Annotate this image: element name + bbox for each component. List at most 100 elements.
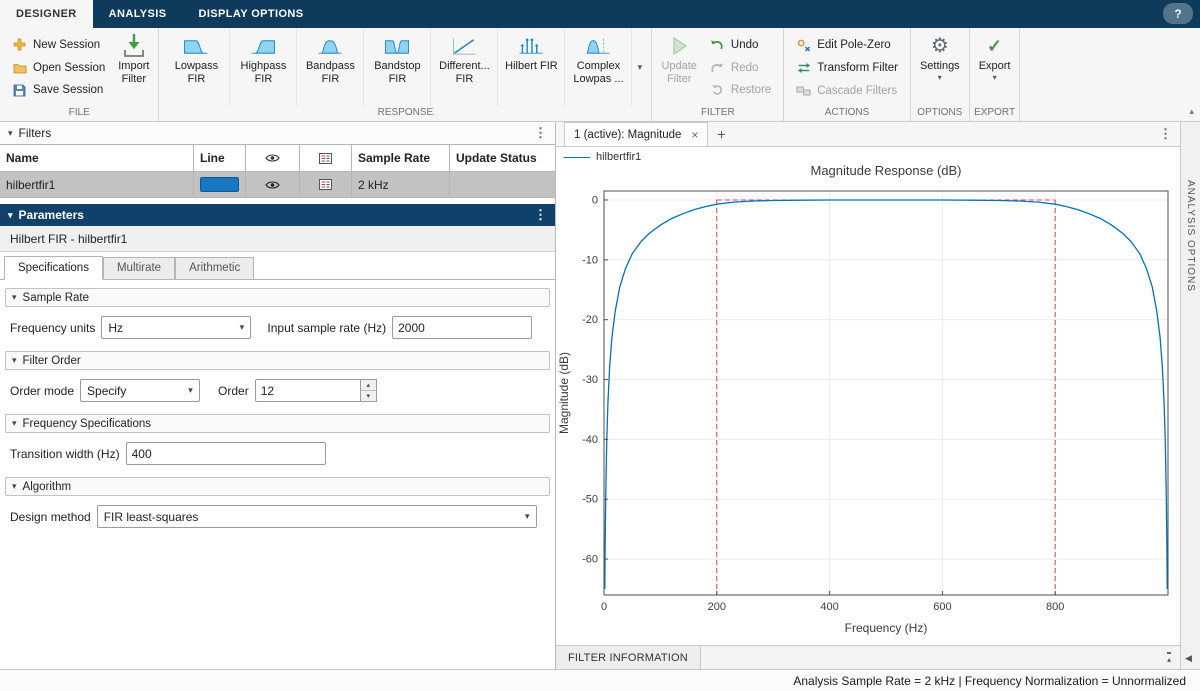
dock-left-icon[interactable]: ◀ bbox=[1185, 653, 1192, 664]
new-session-button[interactable]: New Session bbox=[8, 37, 109, 52]
order-field[interactable] bbox=[255, 379, 361, 402]
column-header-visibility[interactable] bbox=[246, 145, 300, 171]
transition-width-field[interactable] bbox=[126, 442, 326, 465]
parameters-menu-icon[interactable]: ⋮ bbox=[534, 207, 547, 223]
response-bandstop-fir-button[interactable]: BandstopFIR bbox=[364, 29, 431, 106]
design-method-dropdown[interactable]: FIR least-squares ▾ bbox=[97, 505, 537, 528]
response-bandpass-fir-button[interactable]: BandpassFIR bbox=[297, 29, 364, 106]
export-button[interactable]: ✓ Export ▾ bbox=[974, 29, 1016, 106]
dropdown-arrow-icon: ▾ bbox=[182, 385, 199, 396]
filter-name-cell[interactable]: hilbertfir1 bbox=[0, 172, 194, 197]
restore-button[interactable]: Restore bbox=[706, 83, 775, 97]
new-plot-tab-button[interactable]: + bbox=[708, 122, 734, 146]
svg-text:0: 0 bbox=[601, 601, 607, 613]
line-color-swatch[interactable] bbox=[200, 177, 239, 192]
check-icon: ✓ bbox=[987, 32, 1002, 60]
complex-lowpass-response-icon bbox=[583, 32, 613, 60]
new-session-label: New Session bbox=[33, 39, 100, 51]
column-header-line[interactable]: Line bbox=[194, 145, 246, 171]
algorithm-section-header[interactable]: ▾ Algorithm bbox=[5, 477, 550, 496]
import-filter-button[interactable]: ImportFilter bbox=[113, 29, 154, 106]
plot-tab-label: 1 (active): Magnitude bbox=[574, 129, 681, 141]
response-highpass-fir-button[interactable]: HighpassFIR bbox=[230, 29, 297, 106]
chart-legend[interactable]: hilbertfir1 bbox=[564, 151, 641, 163]
save-session-button[interactable]: Save Session bbox=[8, 83, 109, 98]
frequency-specifications-section-header[interactable]: ▾ Frequency Specifications bbox=[5, 414, 550, 433]
frequency-units-dropdown[interactable]: Hz ▾ bbox=[101, 316, 251, 339]
undo-label: Undo bbox=[731, 39, 759, 51]
analysis-options-strip[interactable]: ANALYSIS OPTIONS ◀ bbox=[1180, 122, 1200, 669]
undo-button[interactable]: Undo bbox=[706, 38, 775, 52]
column-header-legend[interactable] bbox=[300, 145, 352, 171]
tab-display-options[interactable]: DISPLAY OPTIONS bbox=[182, 0, 319, 28]
filter-sample-rate-cell[interactable]: 2 kHz bbox=[352, 172, 450, 197]
column-header-name[interactable]: Name bbox=[0, 145, 194, 171]
cascade-filters-label: Cascade Filters bbox=[817, 85, 897, 97]
filter-table-row[interactable]: hilbertfir1 2 kHz bbox=[0, 171, 555, 198]
legend-list-icon[interactable] bbox=[319, 179, 332, 190]
tab-multirate[interactable]: Multirate bbox=[103, 257, 175, 279]
response-label-line1: Bandstop bbox=[374, 60, 420, 72]
edit-pole-zero-button[interactable]: Edit Pole-Zero bbox=[792, 38, 902, 53]
help-button[interactable]: ? bbox=[1163, 3, 1193, 24]
filter-visibility-cell[interactable] bbox=[246, 172, 300, 197]
order-mode-dropdown[interactable]: Specify ▾ bbox=[80, 379, 200, 402]
sample-rate-section-title: Sample Rate bbox=[23, 292, 89, 304]
close-tab-icon[interactable]: × bbox=[691, 128, 698, 142]
filter-update-status-cell[interactable] bbox=[450, 172, 555, 197]
spinner-up-icon[interactable]: ▴ bbox=[361, 380, 376, 391]
gear-icon: ⚙ bbox=[931, 32, 949, 60]
expand-filter-information-icon[interactable]: ▴ bbox=[1167, 652, 1171, 664]
response-lowpass-fir-button[interactable]: LowpassFIR bbox=[163, 29, 230, 106]
magnitude-response-chart: 02004006008000-10-20-30-40-50-60Magnitud… bbox=[556, 147, 1180, 645]
redo-icon bbox=[710, 62, 725, 74]
spinner-down-icon[interactable]: ▾ bbox=[361, 391, 376, 401]
filter-designer-window: DESIGNER ANALYSIS DISPLAY OPTIONS ? New … bbox=[0, 0, 1200, 691]
column-header-update-status[interactable]: Update Status bbox=[450, 145, 555, 171]
response-hilbert-fir-button[interactable]: Hilbert FIR bbox=[498, 29, 565, 106]
parameters-panel-header[interactable]: ▾ Parameters ⋮ bbox=[0, 204, 555, 226]
toolstrip: New Session Open Session Save Session bbox=[0, 28, 1200, 122]
order-spinner: ▴ ▾ bbox=[361, 379, 377, 402]
transform-arrows-icon bbox=[796, 62, 811, 74]
algorithm-section-title: Algorithm bbox=[23, 481, 72, 493]
response-complex-lowpass-button[interactable]: ComplexLowpas ... bbox=[565, 29, 632, 106]
tab-arithmetic[interactable]: Arithmetic bbox=[175, 257, 254, 279]
sample-rate-section-header[interactable]: ▾ Sample Rate bbox=[5, 288, 550, 307]
svg-text:-10: -10 bbox=[582, 254, 598, 266]
svg-text:800: 800 bbox=[1046, 601, 1064, 613]
parameters-collapse-icon[interactable]: ▾ bbox=[8, 210, 13, 221]
redo-button[interactable]: Redo bbox=[706, 61, 775, 75]
settings-button[interactable]: ⚙ Settings ▾ bbox=[915, 29, 965, 106]
open-folder-icon bbox=[12, 62, 27, 74]
frequency-specifications-section-title: Frequency Specifications bbox=[23, 418, 151, 430]
update-filter-button[interactable]: UpdateFilter bbox=[656, 29, 701, 106]
bandpass-response-icon bbox=[315, 32, 345, 60]
filter-section-label: FILTER bbox=[652, 106, 783, 121]
filters-menu-icon[interactable]: ⋮ bbox=[534, 125, 547, 141]
cascade-filters-button[interactable]: Cascade Filters bbox=[792, 84, 902, 98]
tab-magnitude-plot[interactable]: 1 (active): Magnitude × bbox=[564, 122, 708, 146]
column-header-sample-rate[interactable]: Sample Rate bbox=[352, 145, 450, 171]
tab-analysis[interactable]: ANALYSIS bbox=[93, 0, 183, 28]
filters-collapse-icon[interactable]: ▾ bbox=[8, 128, 13, 139]
collapse-toolstrip-icon[interactable]: ▴ bbox=[1189, 106, 1194, 117]
file-section: New Session Open Session Save Session bbox=[0, 28, 159, 121]
section-collapse-icon: ▾ bbox=[12, 418, 17, 429]
transform-filter-button[interactable]: Transform Filter bbox=[792, 61, 902, 75]
filter-order-section-header[interactable]: ▾ Filter Order bbox=[5, 351, 550, 370]
filter-order-form-row: Order mode Specify ▾ Order ▴ ▾ bbox=[0, 370, 555, 406]
plot-menu-icon[interactable]: ⋮ bbox=[1159, 126, 1172, 142]
svg-text:Magnitude Response (dB): Magnitude Response (dB) bbox=[810, 163, 961, 178]
filter-line-cell[interactable] bbox=[194, 172, 246, 197]
input-sample-rate-field[interactable] bbox=[392, 316, 532, 339]
open-session-button[interactable]: Open Session bbox=[8, 61, 109, 75]
filter-legend-cell[interactable] bbox=[300, 172, 352, 197]
response-differentiator-fir-button[interactable]: Different...FIR bbox=[431, 29, 498, 106]
eye-icon[interactable] bbox=[265, 180, 280, 190]
response-gallery-expand-button[interactable]: ▾ bbox=[632, 29, 647, 106]
tab-specifications[interactable]: Specifications bbox=[4, 256, 103, 280]
plot-tab-bar: 1 (active): Magnitude × + ⋮ bbox=[556, 122, 1180, 147]
tab-designer[interactable]: DESIGNER bbox=[0, 0, 93, 28]
filter-information-toggle[interactable]: FILTER INFORMATION bbox=[556, 646, 701, 669]
